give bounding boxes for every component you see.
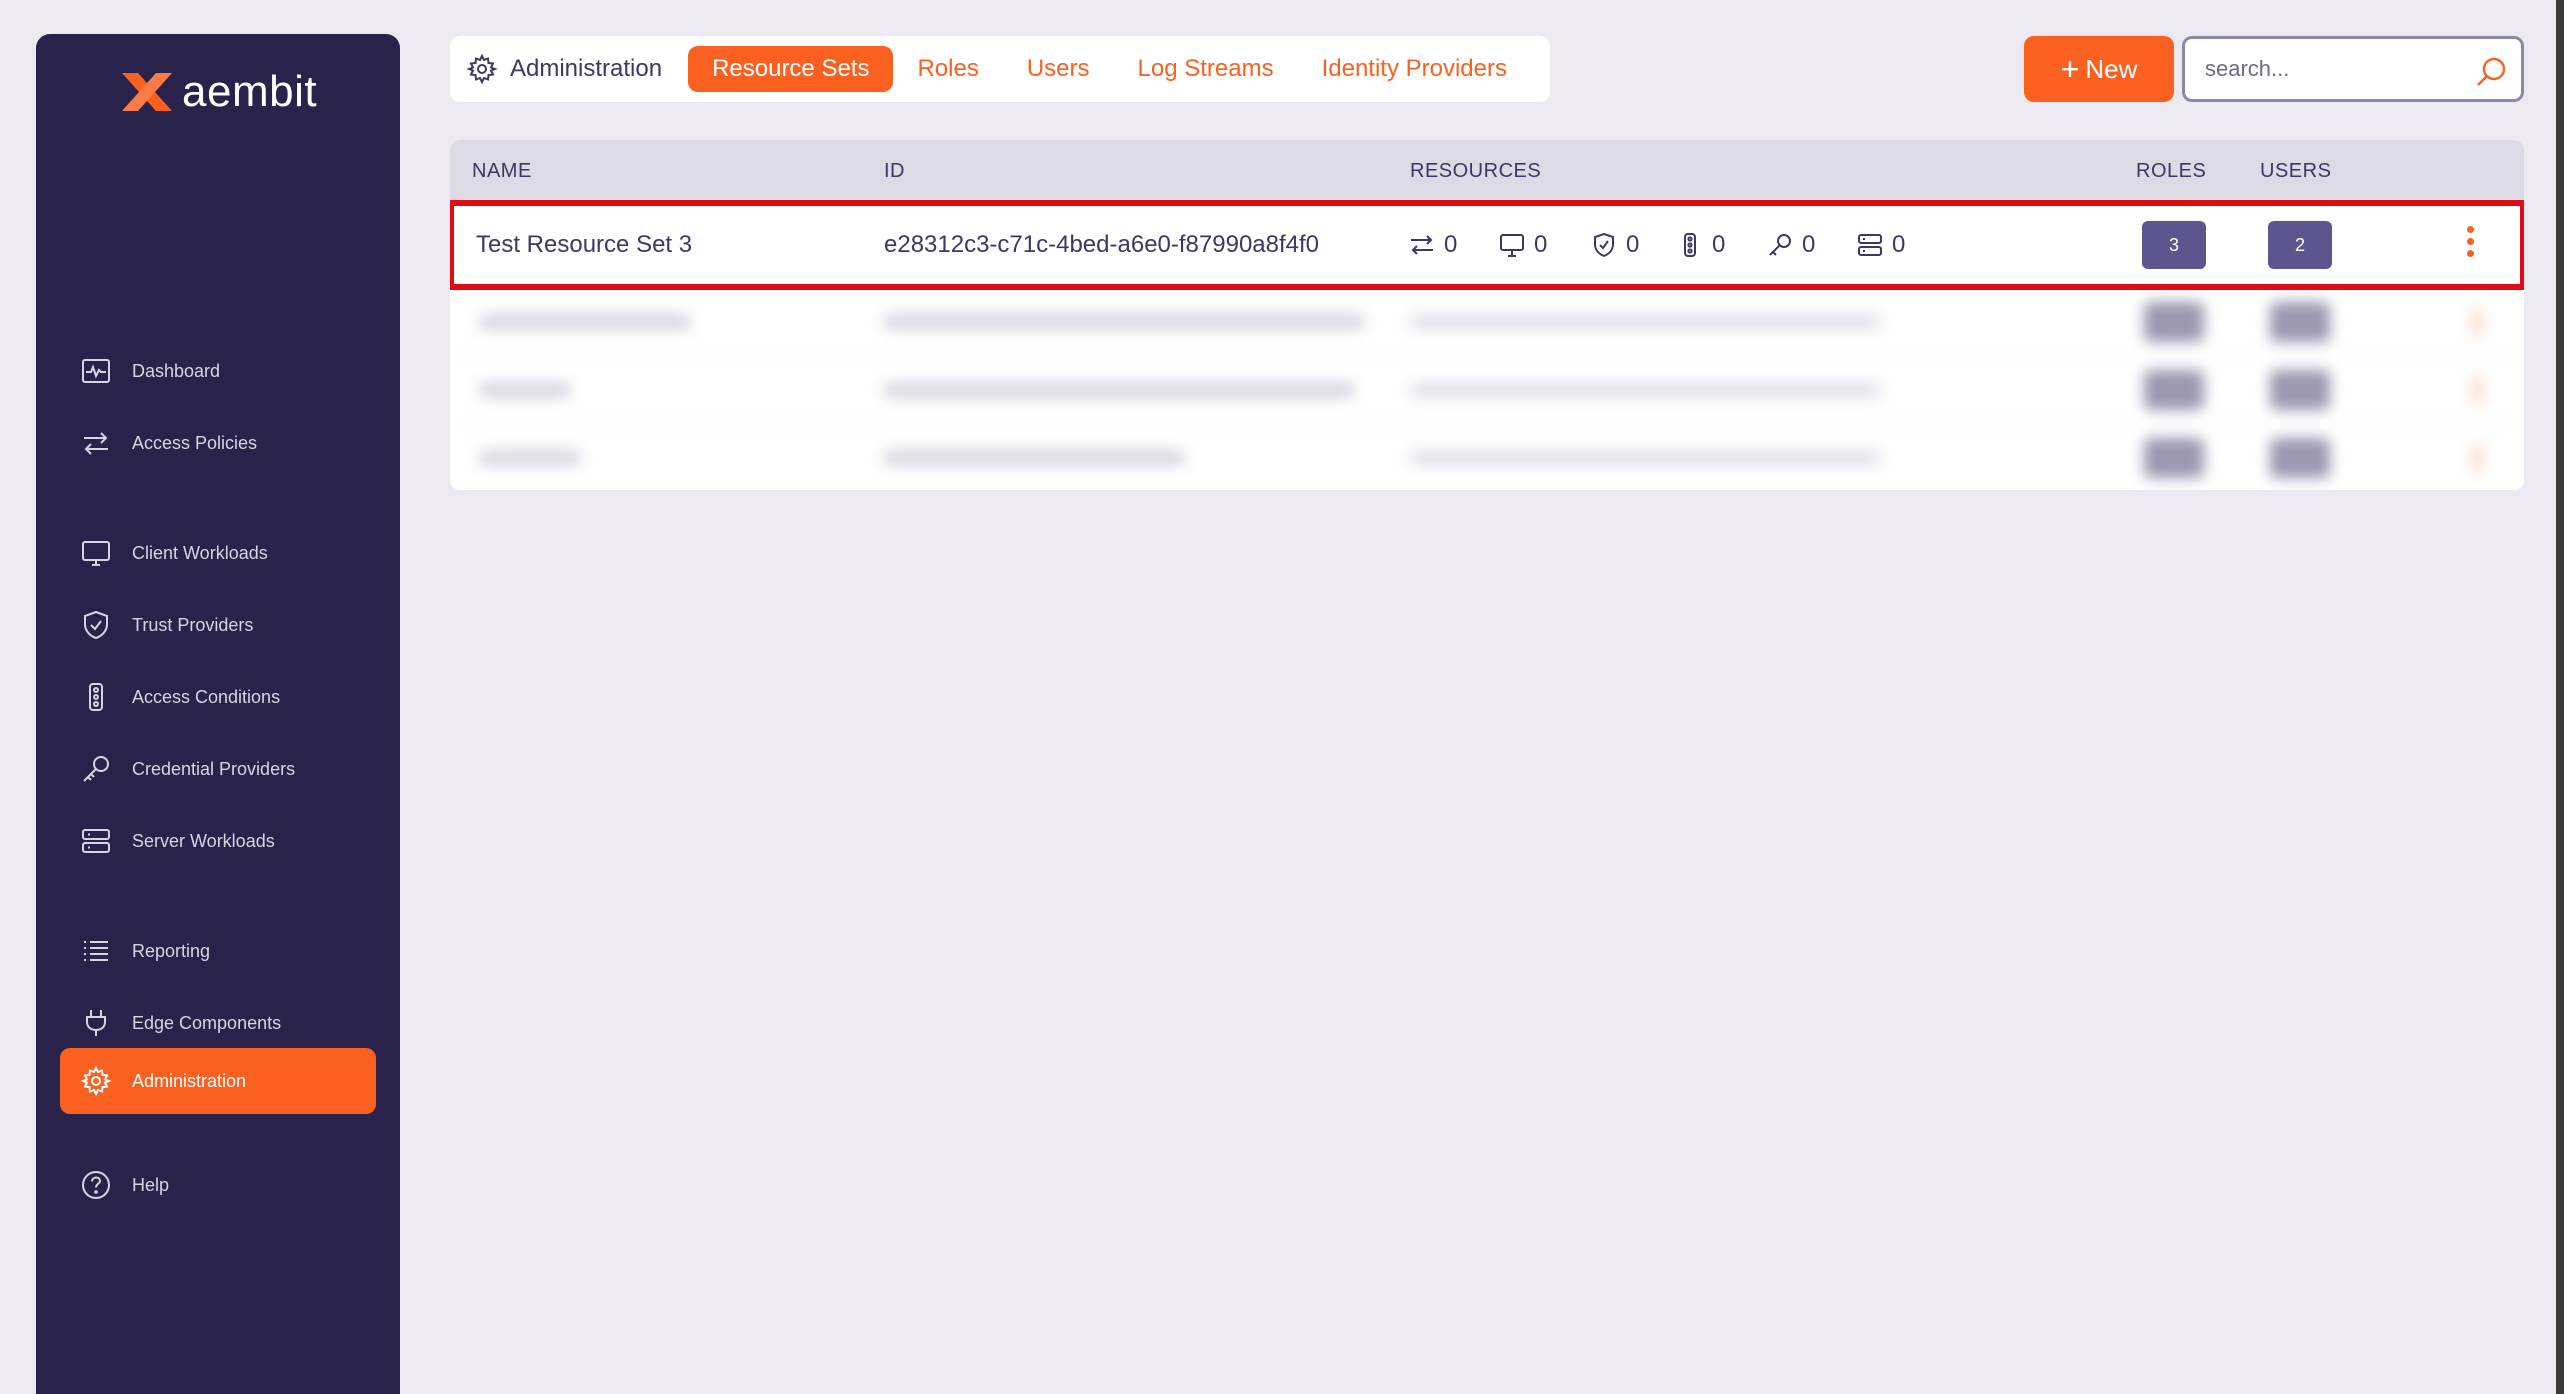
sidebar-item-access-conditions[interactable]: Access Conditions: [60, 664, 376, 730]
traffic-light-icon: [1684, 232, 1696, 257]
search-box: [2182, 36, 2524, 102]
section-title: Administration: [466, 53, 662, 85]
column-header-name[interactable]: NAME: [472, 160, 532, 183]
search-icon[interactable]: [2475, 55, 2509, 89]
sidebar-item-label: Dashboard: [132, 360, 221, 381]
tab-resource-sets[interactable]: Resource Sets: [688, 46, 894, 92]
gear-icon: [466, 53, 498, 85]
resource-count-access-conditions: 0: [1676, 202, 1725, 287]
admin-tab-bar: Administration Resource Sets Roles Users…: [450, 36, 1550, 102]
gear-icon: [78, 1063, 114, 1099]
sidebar-item-help[interactable]: Help: [60, 1152, 376, 1218]
sidebar-item-label: Credential Providers: [132, 758, 296, 779]
list-icon: [78, 933, 114, 969]
sidebar-item-label: Server Workloads: [132, 830, 275, 851]
tab-users[interactable]: Users: [1003, 46, 1114, 92]
row-actions-menu-icon[interactable]: [2460, 226, 2480, 257]
sidebar-item-credential-providers[interactable]: Credential Providers: [60, 736, 376, 802]
count-value: 0: [1892, 230, 1906, 258]
search-input[interactable]: [2185, 56, 2455, 82]
sidebar-item-label: Trust Providers: [132, 614, 254, 635]
server-icon: [1858, 233, 1882, 256]
table-row-redacted: [450, 288, 2524, 356]
sidebar-item-edge-components[interactable]: Edge Components: [60, 990, 376, 1056]
resource-count-server-workloads: 0: [1856, 202, 1905, 287]
resource-count-credential-providers: 0: [1766, 202, 1815, 287]
tab-roles[interactable]: Roles: [893, 46, 1002, 92]
table-row-redacted: [450, 424, 2524, 490]
sidebar-item-reporting[interactable]: Reporting: [60, 918, 376, 984]
sidebar-item-client-workloads[interactable]: Client Workloads: [60, 520, 376, 586]
monitor-icon: [78, 535, 114, 571]
shield-check-icon: [78, 607, 114, 643]
app-root: aembit Dashboard Access Policies Client …: [0, 0, 2564, 1394]
resource-count-client-workloads: 0: [1498, 202, 1547, 287]
resource-set-id: e28312c3-c71c-4bed-a6e0-f87990a8f4f0: [884, 230, 1320, 258]
sidebar: aembit Dashboard Access Policies Client …: [36, 34, 400, 1394]
users-count-badge[interactable]: 2: [2268, 221, 2332, 269]
column-header-id[interactable]: ID: [884, 160, 905, 183]
sidebar-item-label: Access Conditions: [132, 686, 281, 707]
window-edge: [2556, 0, 2564, 1394]
key-icon: [1769, 233, 1791, 256]
sidebar-item-label: Edge Components: [132, 1012, 282, 1033]
shield-check-icon: [1594, 232, 1614, 257]
column-header-roles: ROLES: [2136, 160, 2207, 182]
plus-icon: +: [2060, 51, 2080, 87]
table-row[interactable]: Test Resource Set 3 e28312c3-c71c-4bed-a…: [450, 200, 2524, 290]
sidebar-item-label: Administration: [132, 1070, 247, 1091]
column-header-resources: RESOURCES: [1410, 160, 1542, 182]
section-title-label: Administration: [510, 55, 663, 82]
sidebar-item-access-policies[interactable]: Access Policies: [60, 410, 376, 476]
resource-count-access-policies: 0: [1408, 202, 1457, 287]
sidebar-item-dashboard[interactable]: Dashboard: [60, 338, 376, 404]
table-header: NAME ID RESOURCES ROLES USERS: [450, 140, 2524, 202]
resource-sets-table: NAME ID RESOURCES ROLES USERS Test Resou…: [450, 140, 2524, 490]
plug-icon: [78, 1005, 114, 1041]
count-value: 0: [1802, 230, 1816, 258]
count-value: 0: [1534, 230, 1548, 258]
arrows-icon: [1411, 234, 1433, 255]
count-value: 0: [1712, 230, 1726, 258]
sidebar-item-label: Access Policies: [132, 432, 258, 453]
column-header-users: USERS: [2260, 160, 2332, 182]
arrows-icon: [78, 425, 114, 461]
traffic-light-icon: [78, 679, 114, 715]
roles-count-badge[interactable]: 3: [2142, 221, 2206, 269]
sidebar-item-label: Help: [132, 1174, 170, 1195]
sidebar-item-server-workloads[interactable]: Server Workloads: [60, 808, 376, 874]
tab-log-streams[interactable]: Log Streams: [1114, 46, 1298, 92]
server-icon: [78, 823, 114, 859]
sidebar-item-trust-providers[interactable]: Trust Providers: [60, 592, 376, 658]
aembit-logo-mark-icon: [122, 73, 172, 111]
sidebar-item-label: Client Workloads: [132, 542, 268, 563]
monitor-icon: [1500, 233, 1524, 257]
resource-set-name[interactable]: Test Resource Set 3: [476, 202, 692, 287]
sidebar-item-administration[interactable]: Administration: [60, 1048, 376, 1114]
help-circle-icon: [78, 1167, 114, 1203]
tab-identity-providers[interactable]: Identity Providers: [1298, 46, 1531, 92]
resource-count-trust-providers: 0: [1590, 202, 1639, 287]
key-icon: [78, 751, 114, 787]
pulse-icon: [78, 353, 114, 389]
brand-name: aembit: [182, 67, 318, 116]
table-row-redacted: [450, 356, 2524, 424]
count-value: 0: [1444, 230, 1458, 258]
sidebar-item-label: Reporting: [132, 940, 211, 961]
aembit-logo[interactable]: aembit: [118, 62, 317, 122]
count-value: 0: [1626, 230, 1640, 258]
new-button-label: New: [2085, 53, 2138, 84]
new-button[interactable]: + New: [2024, 36, 2174, 102]
